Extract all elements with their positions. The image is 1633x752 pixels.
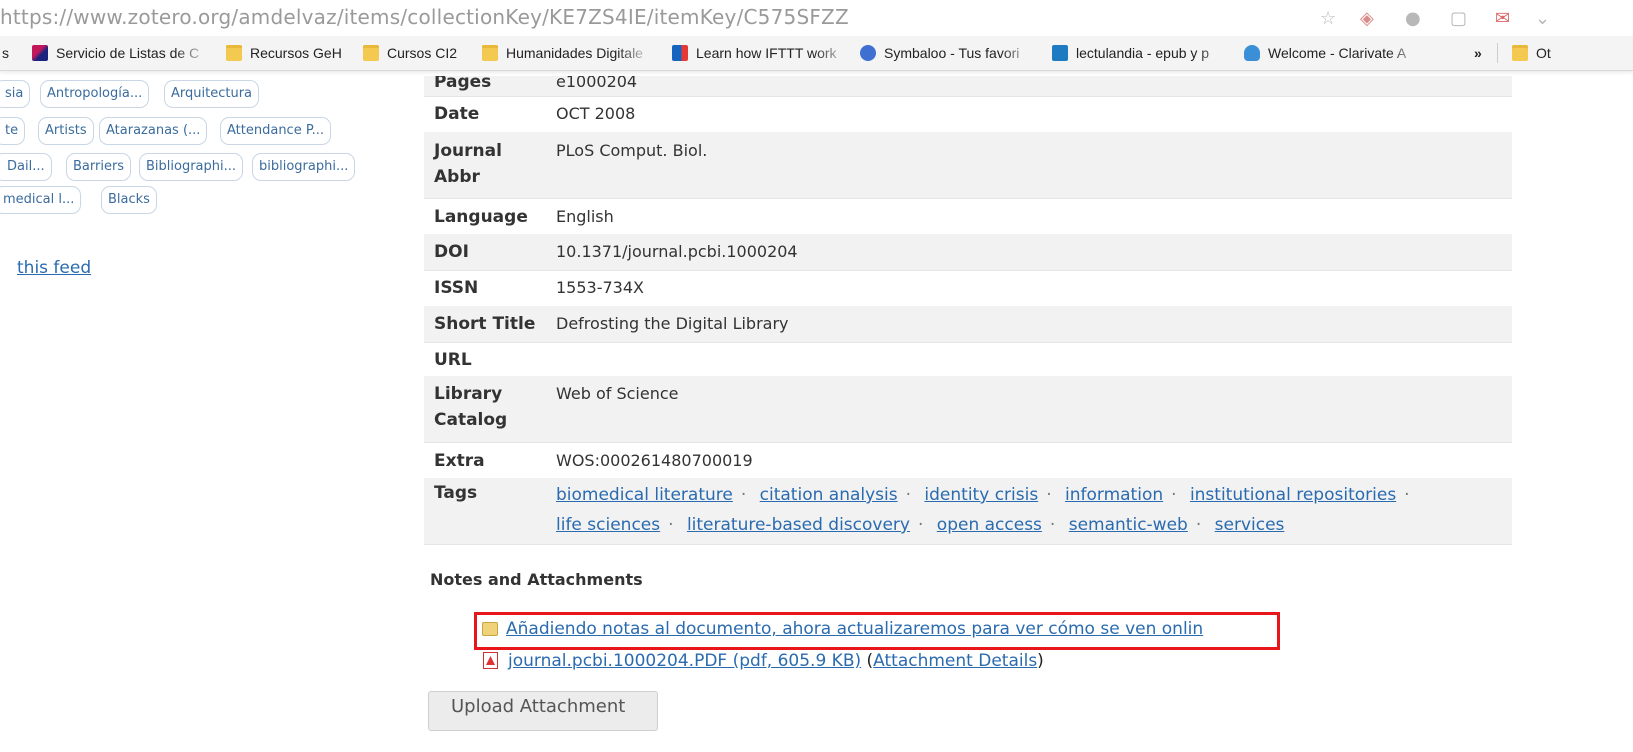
item-tag-link[interactable]: identity crisis bbox=[924, 485, 1038, 505]
field-row-pages: Pages e1000204 bbox=[424, 76, 1512, 97]
lectulandia-icon bbox=[1052, 45, 1068, 61]
extension-icon[interactable]: ▢ bbox=[1450, 8, 1467, 29]
extension-icon[interactable]: ● bbox=[1405, 8, 1421, 29]
more-bookmarks-button[interactable]: » bbox=[1474, 36, 1490, 70]
note-item: Añadiendo notas al documento, ahora actu… bbox=[506, 619, 1203, 639]
item-tag-link[interactable]: life sciences bbox=[556, 515, 660, 535]
field-row-date: Date OCT 2008 bbox=[424, 96, 1512, 133]
tag-button[interactable]: te bbox=[0, 117, 26, 145]
tag-button[interactable]: Bibliographi... bbox=[139, 153, 244, 181]
field-row-url: URL bbox=[424, 342, 1512, 377]
tag-button[interactable]: Dail... bbox=[0, 153, 52, 181]
field-row-short-title: Short Title Defrosting the Digital Libra… bbox=[424, 306, 1512, 343]
star-icon[interactable]: ☆ bbox=[1320, 8, 1336, 29]
symbaloo-icon bbox=[860, 45, 876, 61]
bookmarks-bar: s Servicio de Listas de C Recursos GeH C… bbox=[0, 36, 1633, 71]
ifttt-icon bbox=[672, 45, 688, 61]
field-row-tags: Tags biomedical literature · citation ana… bbox=[424, 478, 1512, 545]
bookmark-item[interactable]: Ot bbox=[1512, 36, 1633, 70]
tag-button[interactable]: Barriers bbox=[66, 153, 132, 181]
folder-icon bbox=[226, 45, 242, 61]
bookmark-item[interactable]: lectulandia - epub y p bbox=[1052, 36, 1234, 70]
bookmark-item[interactable]: s bbox=[2, 36, 16, 70]
bookmark-item[interactable]: Learn how IFTTT work bbox=[672, 36, 850, 70]
tag-button[interactable]: Antropología... bbox=[40, 80, 150, 108]
bookmark-item[interactable]: Welcome - Clarivate A bbox=[1244, 36, 1424, 70]
item-tag-link[interactable]: information bbox=[1065, 485, 1163, 505]
bookmark-item[interactable]: Recursos GeH bbox=[226, 36, 356, 70]
tag-button[interactable]: sia bbox=[0, 80, 31, 108]
tag-button[interactable]: Arquitectura bbox=[164, 80, 260, 108]
item-tag-link[interactable]: literature-based discovery bbox=[687, 515, 910, 535]
cloud-icon bbox=[1244, 45, 1260, 61]
note-link[interactable]: Añadiendo notas al documento, ahora actu… bbox=[506, 619, 1203, 639]
menu-icon[interactable]: ⌄ bbox=[1535, 8, 1550, 29]
item-tag-link[interactable]: semantic-web bbox=[1069, 515, 1188, 535]
tag-button[interactable]: medical l... bbox=[0, 186, 82, 214]
attachment-item: journal.pcbi.1000204.PDF (pdf, 605.9 KB)… bbox=[508, 651, 1044, 671]
bookmark-item[interactable]: Symbaloo - Tus favori bbox=[860, 36, 1036, 70]
field-row-doi: DOI 10.1371/journal.pcbi.1000204 bbox=[424, 234, 1512, 271]
item-tag-link[interactable]: institutional repositories bbox=[1190, 485, 1396, 505]
extension-icon[interactable]: ◈ bbox=[1360, 8, 1374, 29]
mail-icon[interactable]: ✉ bbox=[1495, 8, 1510, 29]
folder-icon bbox=[363, 45, 379, 61]
attachment-details-link[interactable]: Attachment Details bbox=[873, 651, 1037, 671]
item-tag-link[interactable]: services bbox=[1215, 515, 1285, 535]
tag-button[interactable]: Attendance P... bbox=[220, 117, 332, 145]
browser-toolbar: https://www.zotero.org/amdelvaz/items/co… bbox=[0, 0, 1633, 34]
bookmark-item[interactable]: Servicio de Listas de C bbox=[32, 36, 210, 70]
folder-icon bbox=[1512, 45, 1528, 61]
item-tags: biomedical literature · citation analysis… bbox=[556, 485, 1410, 535]
bookmark-divider bbox=[1497, 43, 1498, 63]
tag-button[interactable]: Atarazanas (... bbox=[99, 117, 208, 145]
item-tag-link[interactable]: open access bbox=[937, 515, 1042, 535]
item-tag-link[interactable]: biomedical literature bbox=[556, 485, 733, 505]
field-row-extra: Extra WOS:000261480700019 bbox=[424, 442, 1512, 479]
feed-link[interactable]: this feed bbox=[17, 258, 91, 278]
feather-icon bbox=[32, 45, 48, 61]
item-tag-link[interactable]: citation analysis bbox=[760, 485, 898, 505]
field-row-library-catalog: Library Catalog Web of Science bbox=[424, 376, 1512, 443]
attachment-link[interactable]: journal.pcbi.1000204.PDF (pdf, 605.9 KB) bbox=[508, 651, 861, 671]
bookmark-item[interactable]: Humanidades Digitale bbox=[482, 36, 652, 70]
field-row-language: Language English bbox=[424, 198, 1512, 235]
pdf-icon bbox=[483, 652, 498, 669]
tag-button[interactable]: Artists bbox=[38, 117, 94, 145]
notes-heading: Notes and Attachments bbox=[430, 570, 643, 589]
upload-attachment-button[interactable]: Upload Attachment bbox=[428, 691, 658, 731]
field-row-journal-abbr: Journal Abbr PLoS Comput. Biol. bbox=[424, 132, 1512, 199]
folder-icon bbox=[482, 45, 498, 61]
bookmark-item[interactable]: Cursos CI2 bbox=[363, 36, 473, 70]
tag-button[interactable]: bibliographi... bbox=[252, 153, 356, 181]
note-icon bbox=[482, 622, 498, 636]
url-bar[interactable]: https://www.zotero.org/amdelvaz/items/co… bbox=[0, 5, 849, 29]
tag-button[interactable]: Blacks bbox=[101, 186, 157, 214]
field-row-issn: ISSN 1553-734X bbox=[424, 270, 1512, 307]
